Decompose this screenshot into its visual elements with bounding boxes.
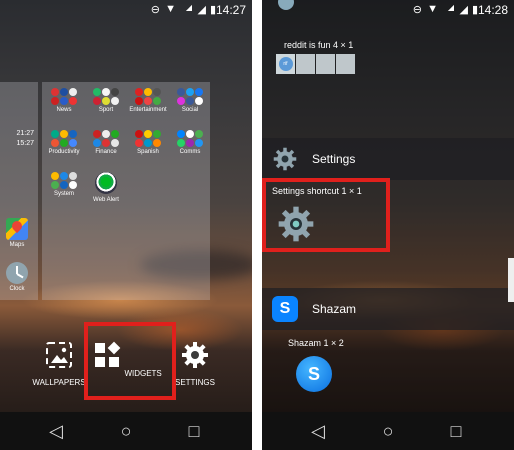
clock-icon <box>6 262 28 284</box>
folder-system[interactable]: System <box>40 172 88 197</box>
reddit-widget-label: reddit is fun 4 × 1 <box>284 40 354 50</box>
folder-icon <box>124 130 172 147</box>
settings-shortcut-highlight-box <box>262 178 390 252</box>
app-maps[interactable]: Maps <box>4 218 30 248</box>
wifi-icon: ▼ <box>165 3 176 15</box>
settings-app-label: Settings <box>312 152 356 166</box>
right-phone-screen: ⊖ ▼ ◢ ◢ ▮ 14:28 reddit is fun 4 × 1 rif <box>262 0 514 450</box>
back-icon[interactable]: ◁ <box>308 421 328 441</box>
maps-icon <box>6 218 28 240</box>
signal-icon: ◢ <box>197 4 206 16</box>
wifi-icon: ▼ <box>427 3 438 15</box>
scroll-indicator[interactable] <box>508 258 514 302</box>
folder-label: Social <box>181 107 199 113</box>
navigation-bar: ◁ ○ □ <box>262 412 514 450</box>
folder-label: Comms <box>179 149 201 155</box>
shazam-widget-label: Shazam 1 × 2 <box>288 338 344 348</box>
folder-productivity[interactable]: Productivity <box>40 130 88 155</box>
settings-app-row[interactable]: Settings <box>262 138 514 180</box>
recents-icon[interactable]: □ <box>184 421 204 441</box>
folder-social[interactable]: Social <box>166 88 214 113</box>
folder-icon <box>40 88 88 105</box>
folder-icon <box>82 130 130 147</box>
shazam-icon: S <box>272 296 298 322</box>
signal-4g-icon: ◢ <box>185 3 192 12</box>
folder-entertainment[interactable]: Entertainment <box>124 88 172 113</box>
app-label: Maps <box>9 242 25 248</box>
folder-comms[interactable]: Comms <box>166 130 214 155</box>
navigation-bar: ◁ ○ □ <box>0 412 252 450</box>
app-label: Clock <box>9 286 25 292</box>
folder-icon <box>40 172 88 189</box>
widgets-highlight-box <box>84 322 176 400</box>
shazam-app-row[interactable]: S Shazam <box>262 288 514 330</box>
signal-4g-icon: ◢ <box>447 3 454 12</box>
home-icon[interactable]: ○ <box>378 421 398 441</box>
folder-icon <box>82 88 130 105</box>
folder-spanish[interactable]: Spanish <box>124 130 172 155</box>
settings-label: SETTINGS <box>174 378 215 387</box>
shazam-widget-preview[interactable]: S <box>296 356 332 392</box>
folder-label: Finance <box>95 149 117 155</box>
app-label: Web Alert <box>93 197 119 203</box>
status-time: 14:27 <box>215 3 246 17</box>
dnd-icon: ⊖ <box>150 4 160 16</box>
status-bar: ⊖ ▼ ◢ ◢ ▮ 14:28 <box>262 0 514 20</box>
back-icon[interactable]: ◁ <box>46 421 66 441</box>
wallpapers-label: WALLPAPERS <box>32 378 86 387</box>
folder-label: News <box>56 107 72 113</box>
folder-icon <box>124 88 172 105</box>
folder-sport[interactable]: Sport <box>82 88 130 113</box>
left-phone-screen: ⊖ ▼ ◢ ◢ ▮ 14:27 21:27 15:27 News Sport E… <box>0 0 252 450</box>
folder-icon <box>166 130 214 147</box>
folder-icon <box>166 88 214 105</box>
web-alert-icon <box>95 172 117 194</box>
app-web-alert[interactable]: Web Alert <box>88 172 124 203</box>
app-icon-partial <box>278 0 294 10</box>
reddit-widget-preview[interactable]: rif <box>276 54 356 74</box>
status-time: 14:28 <box>477 3 508 17</box>
gear-icon <box>273 147 297 171</box>
clock-time-1: 21:27 <box>16 130 34 137</box>
clock-time-2: 15:27 <box>16 140 34 147</box>
shazam-app-label: Shazam <box>312 302 357 316</box>
folder-label: Productivity <box>48 149 80 155</box>
reddit-icon: rif <box>276 54 295 74</box>
folder-label: System <box>53 191 74 197</box>
folder-label: Entertainment <box>129 107 167 113</box>
recents-icon[interactable]: □ <box>446 421 466 441</box>
app-clock[interactable]: Clock <box>4 262 30 292</box>
signal-icon: ◢ <box>459 4 468 16</box>
status-bar: ⊖ ▼ ◢ ◢ ▮ 14:27 <box>0 0 252 20</box>
folder-news[interactable]: News <box>40 88 88 113</box>
dnd-icon: ⊖ <box>412 4 422 16</box>
home-icon[interactable]: ○ <box>116 421 136 441</box>
folder-finance[interactable]: Finance <box>82 130 130 155</box>
gear-icon <box>182 342 208 368</box>
folder-label: Spanish <box>137 149 159 155</box>
folder-label: Sport <box>98 107 114 113</box>
wallpapers-icon <box>46 342 72 368</box>
folder-icon <box>40 130 88 147</box>
